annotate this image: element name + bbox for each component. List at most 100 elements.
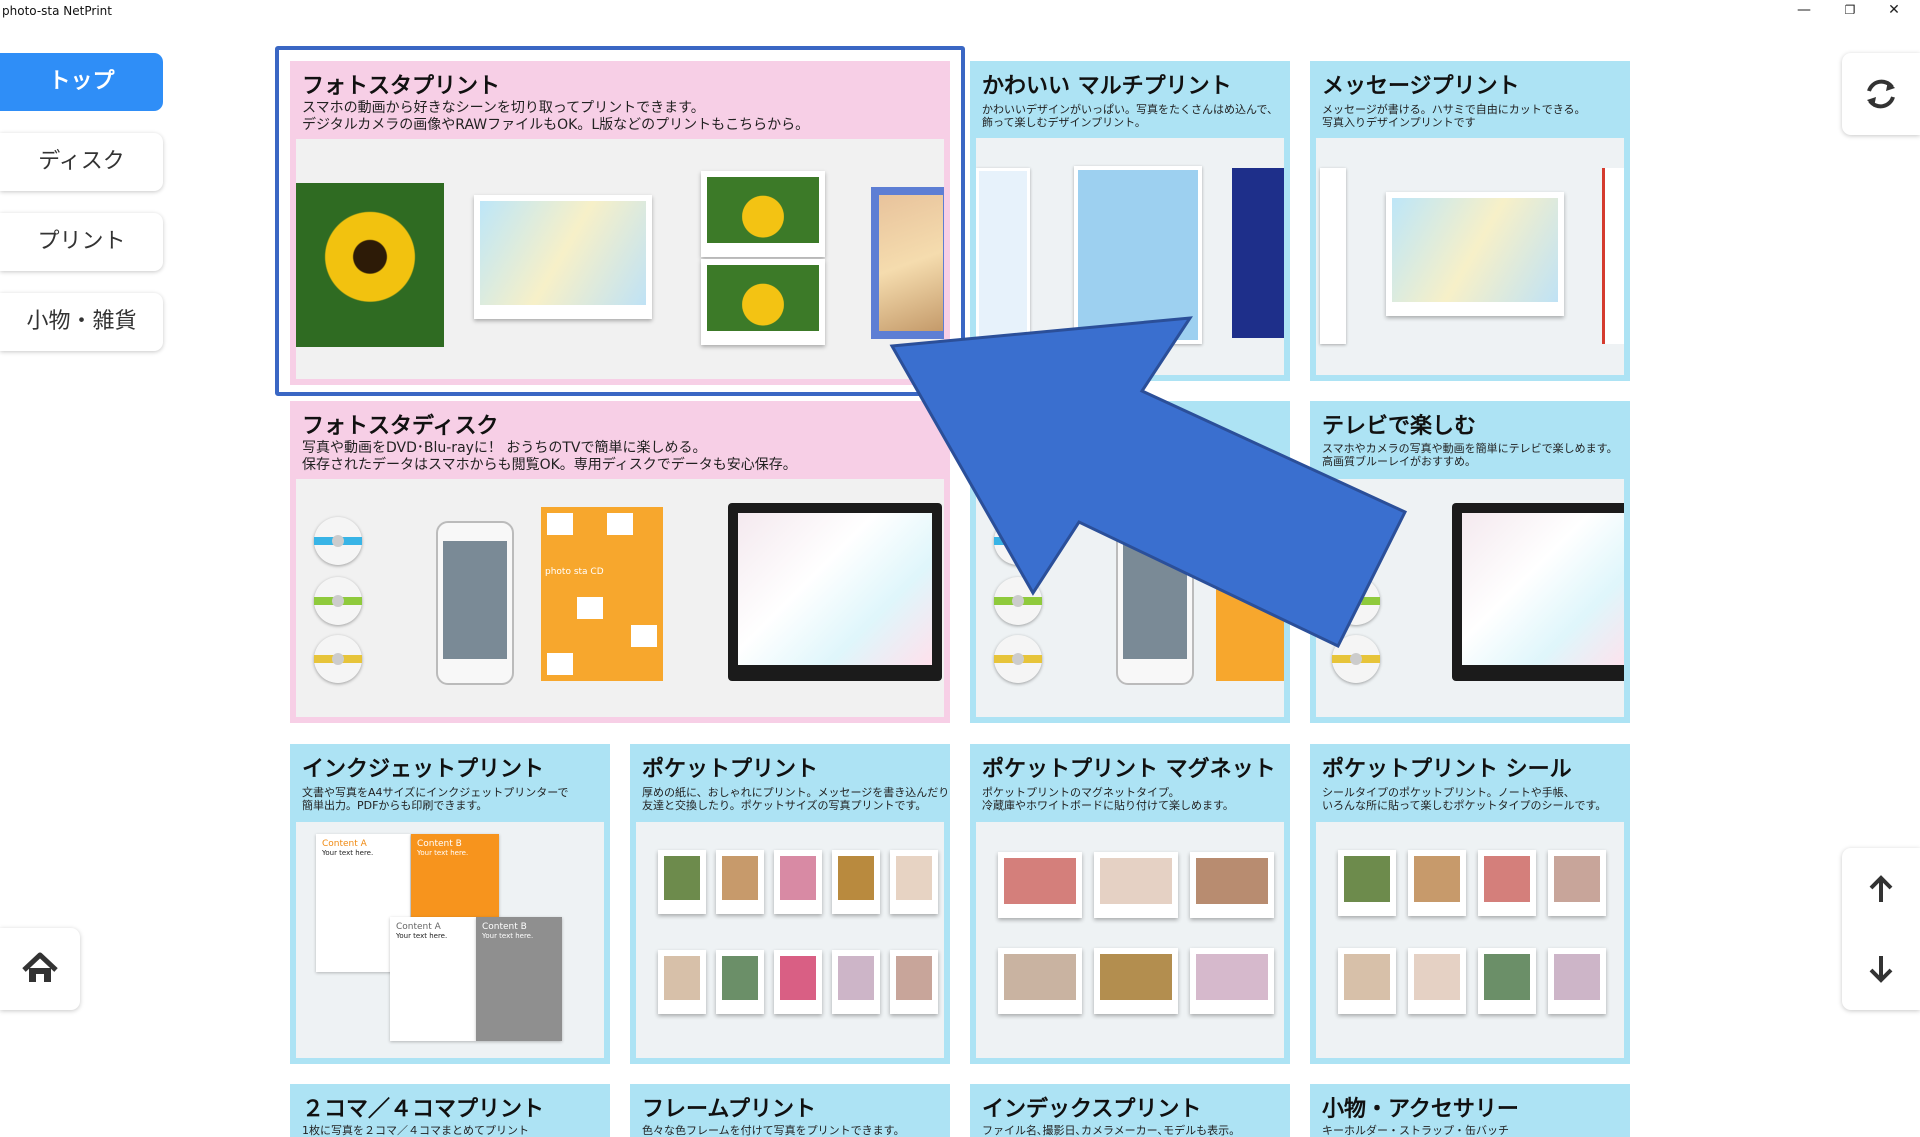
document-sample-a2: Content A Your text here. [390,917,476,1041]
sidebar-item-top[interactable]: トップ [0,53,163,111]
selection-highlight [275,46,965,396]
card-image [636,822,944,1058]
seal-photo [1408,850,1466,916]
seal-photo [1478,850,1536,916]
card-image [1316,479,1624,717]
magnet-photo [1190,948,1274,1014]
card-description: かわいいデザインがいっぱい。写真をたくさんはめ込んで、 飾って楽しむデザインプリ… [982,103,1279,129]
card-description: シールタイプのポケットプリント。ノートや手帳、 いろんな所に貼って楽しむポケット… [1322,786,1607,812]
document-heading: Content A [322,839,367,849]
magnet-photo [1094,852,1178,918]
collage-photo [1386,192,1564,316]
magnet-photo [1094,948,1178,1014]
disc-icon [314,517,362,565]
disc-jacket-image [1216,507,1284,681]
scroll-down-button[interactable] [1842,930,1920,1010]
magnet-photo [998,852,1082,918]
refresh-button[interactable] [1842,53,1920,135]
smartphone-image [436,521,514,685]
home-icon [22,952,58,982]
card-title: フレームプリント [642,1097,817,1122]
card-hidden[interactable] [970,401,1290,723]
strip-photo [976,168,1030,344]
card-description: メッセージが書ける。ハサミで自由にカットできる。 写真入りデザインプリントです [1322,103,1586,129]
card-frame-print[interactable]: フレームプリント 色々な色フレームを付けて写真をプリントできます。 [630,1084,950,1137]
card-message-print[interactable]: メッセージプリント メッセージが書ける。ハサミで自由にカットできる。 写真入りデ… [1310,61,1630,381]
card-goods-accessory[interactable]: 小物・アクセサリー キーホルダー・ストラップ・缶バッチ [1310,1084,1630,1137]
card-title: ２コマ／４コマプリント [302,1097,545,1122]
pocket-photo [774,950,822,1014]
sidebar-item-print[interactable]: プリント [0,213,163,271]
scroll-controls [1842,848,1920,1010]
card-description: キーホルダー・ストラップ・缶バッチ [1322,1124,1509,1137]
card-description: 1枚に写真を２コマ／４コマまとめてプリント [302,1124,529,1137]
seal-photo [1338,948,1396,1014]
document-text: Your text here. [322,849,374,857]
card-pocket-print[interactable]: ポケットプリント 厚めの紙に、おしゃれにプリント。メッセージを書き込んだり 友達… [630,744,950,1064]
card-title: ポケットプリント シール [1322,757,1572,782]
pocket-photo [658,950,706,1014]
card-title: テレビで楽しむ [1322,414,1477,439]
disc-icon [1332,635,1380,683]
document-heading: Content B [417,839,462,849]
card-image: photo sta CD [296,479,944,717]
card-image [976,822,1284,1058]
disc-jacket-image: photo sta CD [541,507,663,681]
card-description: 写真や動画をDVD･Blu-rayに！ おうちのTVで簡単に楽しめる。 保存され… [302,440,797,473]
document-text: Your text here. [417,849,469,857]
disc-icon [314,577,362,625]
scroll-up-button[interactable] [1842,848,1920,928]
navy-photo [1232,168,1284,338]
pocket-photo [832,850,880,914]
disc-icon [1332,577,1380,625]
card-title: ポケットプリント [642,757,819,782]
pocket-photo [716,850,764,914]
disc-icon [314,635,362,683]
card-description: スマホやカメラの写真や動画を簡単にテレビで楽しめます。 高画質ブルーレイがおすす… [1322,442,1618,468]
close-button[interactable]: ✕ [1874,0,1914,24]
card-photosta-disc[interactable]: フォトスタディスク 写真や動画をDVD･Blu-rayに！ おうちのTVで簡単に… [290,401,950,723]
seal-photo [1548,850,1606,916]
pocket-photo [890,850,938,914]
card-pocket-seal[interactable]: ポケットプリント シール シールタイプのポケットプリント。ノートや手帳、 いろん… [1310,744,1630,1064]
document-text: Your text here. [396,932,448,940]
card-inkjet-print[interactable]: インクジェットプリント 文書や写真をA4サイズにインクジェットプリンターで 簡単… [290,744,610,1064]
card-2-4-koma-print[interactable]: ２コマ／４コマプリント 1枚に写真を２コマ／４コマまとめてプリント [290,1084,610,1137]
disc-icon [994,517,1042,565]
card-index-print[interactable]: インデックスプリント ファイル名､撮影日､カメラメーカー､モデルも表示。 [970,1084,1290,1137]
seal-photo [1548,948,1606,1014]
window-title: photo-sta NetPrint [2,4,112,18]
sidebar-item-goods[interactable]: 小物・雑貨 [0,293,163,351]
card-description: 厚めの紙に、おしゃれにプリント。メッセージを書き込んだり 友達と交換したり。ポケ… [642,786,950,812]
pocket-photo [890,950,938,1014]
card-description: ポケットプリントのマグネットタイプ。 冷蔵庫やホワイトボードに貼り付けて楽しめま… [982,786,1234,812]
document-sample-b2: Content B Your text here. [476,917,562,1041]
document-heading: Content B [482,922,527,932]
magnet-photo [1190,852,1274,918]
minimize-button[interactable]: — [1784,0,1824,24]
card-title: フォトスタディスク [302,414,499,439]
title-bar: photo-sta NetPrint — ❐ ✕ [0,0,1920,24]
restore-button[interactable]: ❐ [1830,0,1870,24]
card-title: インクジェットプリント [302,757,545,782]
tv-image [1452,503,1624,681]
document-heading: Content A [396,922,441,932]
card-description: 文書や写真をA4サイズにインクジェットプリンターで 簡単出力。PDFからも印刷で… [302,786,569,812]
card-image: Content A Your text here. Content B Your… [296,822,604,1058]
seal-photo [1338,850,1396,916]
card-description: ファイル名､撮影日､カメラメーカー､モデルも表示。 [982,1124,1241,1137]
card-description: 色々な色フレームを付けて写真をプリントできます。 [642,1124,905,1137]
home-button[interactable] [0,928,80,1010]
pocket-photo [832,950,880,1014]
card-tv-enjoy[interactable]: テレビで楽しむ スマホやカメラの写真や動画を簡単にテレビで楽しめます。 高画質ブ… [1310,401,1630,723]
sidebar-item-disc[interactable]: ディスク [0,133,163,191]
seal-photo [1478,948,1536,1014]
smartphone-image [1116,521,1194,685]
grid-photo [1074,166,1202,344]
refresh-icon [1867,79,1895,109]
card-title: インデックスプリント [982,1097,1202,1122]
card-image [976,138,1284,375]
card-kawaii-multi-print[interactable]: かわいい マルチプリント かわいいデザインがいっぱい。写真をたくさんはめ込んで、… [970,61,1290,381]
card-pocket-magnet[interactable]: ポケットプリント マグネット ポケットプリントのマグネットタイプ。 冷蔵庫やホワ… [970,744,1290,1064]
pocket-photo [716,950,764,1014]
